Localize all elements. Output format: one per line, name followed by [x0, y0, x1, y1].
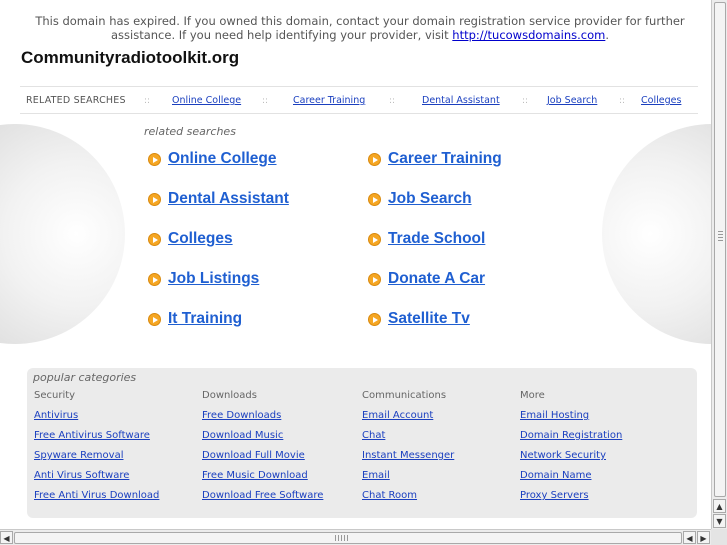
related-bar-separator: ::	[144, 96, 151, 106]
horizontal-scroll-thumb[interactable]	[14, 532, 682, 544]
site-title: Communityradiotoolkit.org	[21, 48, 240, 67]
category-link[interactable]: Network Security	[520, 449, 622, 469]
related-search-item[interactable]: Online College	[148, 149, 277, 169]
related-bar-separator: ::	[389, 96, 396, 106]
related-search-link[interactable]: Job Listings	[168, 270, 259, 288]
category-link[interactable]: Antivirus	[34, 409, 159, 429]
category-link[interactable]: Download Full Movie	[202, 449, 323, 469]
arrow-right-icon: ▶	[700, 534, 707, 543]
related-search-link[interactable]: Job Search	[388, 190, 472, 208]
category-title: Communications	[362, 390, 447, 401]
related-search-link[interactable]: Dental Assistant	[168, 190, 289, 208]
related-search-link[interactable]: Satellite Tv	[388, 310, 470, 328]
related-search-item[interactable]: Job Listings	[148, 269, 259, 289]
related-bar-link[interactable]: Dental Assistant	[422, 87, 500, 115]
related-search-item[interactable]: Colleges	[148, 229, 233, 249]
arrow-right-circle-icon	[148, 232, 161, 246]
related-search-link[interactable]: Career Training	[388, 150, 502, 168]
arrow-right-circle-icon	[368, 232, 381, 246]
category-link[interactable]: Chat	[362, 429, 454, 449]
related-search-item[interactable]: Satellite Tv	[368, 309, 470, 329]
category-link[interactable]: Email Account	[362, 409, 454, 429]
category-title: Security	[34, 390, 76, 401]
related-search-item[interactable]: Career Training	[368, 149, 502, 169]
arrow-right-circle-icon	[368, 272, 381, 286]
vertical-scrollbar[interactable]: ▲ ▼	[711, 0, 727, 529]
scroll-up-button[interactable]: ▲	[713, 499, 726, 513]
notice-link[interactable]: http://tucowsdomains.com	[452, 28, 605, 42]
category-column-more: More Email Hosting Domain Registration N…	[520, 389, 622, 509]
category-link[interactable]: Free Anti Virus Download	[34, 489, 159, 509]
category-column-security: Security Antivirus Free Antivirus Softwa…	[34, 389, 159, 509]
related-search-link[interactable]: It Training	[168, 310, 242, 328]
related-bar-label: RELATED SEARCHES	[26, 95, 126, 106]
category-link[interactable]: Spyware Removal	[34, 449, 159, 469]
related-searches-bar: RELATED SEARCHES :: Online College :: Ca…	[20, 86, 698, 114]
arrow-right-circle-icon	[368, 192, 381, 206]
related-bar-separator: ::	[619, 96, 626, 106]
grip-icon	[718, 231, 723, 241]
related-searches-heading: related searches	[144, 125, 236, 138]
arrow-up-icon: ▲	[716, 502, 723, 511]
related-search-item[interactable]: Dental Assistant	[148, 189, 289, 209]
scroll-left-button-alt[interactable]: ◀	[683, 531, 696, 544]
related-bar-separator: ::	[522, 96, 529, 106]
grip-icon	[335, 535, 349, 541]
category-title: Downloads	[202, 390, 257, 401]
related-search-link[interactable]: Trade School	[388, 230, 485, 248]
category-link[interactable]: Free Antivirus Software	[34, 429, 159, 449]
popular-categories-heading: popular categories	[33, 371, 137, 384]
category-link[interactable]: Domain Name	[520, 469, 622, 489]
arrow-right-circle-icon	[148, 152, 161, 166]
category-link[interactable]: Chat Room	[362, 489, 454, 509]
category-link[interactable]: Download Free Software	[202, 489, 323, 509]
category-title: More	[520, 390, 545, 401]
related-bar-link[interactable]: Online College	[172, 87, 241, 115]
related-search-item[interactable]: Job Search	[368, 189, 472, 209]
related-search-link[interactable]: Colleges	[168, 230, 233, 248]
category-link[interactable]: Download Music	[202, 429, 323, 449]
category-column-downloads: Downloads Free Downloads Download Music …	[202, 389, 323, 509]
related-search-item[interactable]: It Training	[148, 309, 242, 329]
decorative-circle-left	[0, 124, 125, 344]
related-search-link[interactable]: Online College	[168, 150, 277, 168]
arrow-right-circle-icon	[148, 192, 161, 206]
arrow-down-icon: ▼	[716, 517, 723, 526]
popular-categories-panel: popular categories Security Antivirus Fr…	[27, 368, 697, 518]
category-link[interactable]: Proxy Servers	[520, 489, 622, 509]
arrow-right-circle-icon	[148, 272, 161, 286]
category-link[interactable]: Anti Virus Software	[34, 469, 159, 489]
page-viewport: This domain has expired. If you owned th…	[0, 0, 711, 529]
scroll-down-button[interactable]: ▼	[713, 514, 726, 528]
arrow-right-circle-icon	[368, 152, 381, 166]
decorative-circle-right	[602, 124, 711, 344]
related-bar-link[interactable]: Job Search	[547, 87, 597, 115]
related-search-item[interactable]: Trade School	[368, 229, 485, 249]
category-link[interactable]: Email	[362, 469, 454, 489]
related-bar-separator: ::	[262, 96, 269, 106]
related-bar-link[interactable]: Career Training	[293, 87, 365, 115]
horizontal-scrollbar[interactable]: ◀ ◀ ▶	[0, 529, 711, 545]
category-link[interactable]: Free Downloads	[202, 409, 323, 429]
arrow-left-icon: ◀	[686, 534, 693, 543]
category-link[interactable]: Domain Registration	[520, 429, 622, 449]
related-search-link[interactable]: Donate A Car	[388, 270, 485, 288]
category-link[interactable]: Email Hosting	[520, 409, 622, 429]
vertical-scroll-thumb[interactable]	[714, 2, 726, 497]
category-column-communications: Communications Email Account Chat Instan…	[362, 389, 454, 509]
scrollbar-corner	[711, 529, 727, 545]
related-bar-link[interactable]: Colleges	[641, 87, 681, 115]
category-link[interactable]: Free Music Download	[202, 469, 323, 489]
scroll-right-button[interactable]: ▶	[697, 531, 710, 544]
related-search-item[interactable]: Donate A Car	[368, 269, 485, 289]
expired-notice: This domain has expired. If you owned th…	[20, 14, 700, 42]
notice-end: .	[605, 28, 610, 42]
category-link[interactable]: Instant Messenger	[362, 449, 454, 469]
arrow-right-circle-icon	[368, 312, 381, 326]
arrow-left-icon: ◀	[3, 534, 10, 543]
arrow-right-circle-icon	[148, 312, 161, 326]
scroll-left-button[interactable]: ◀	[0, 531, 13, 544]
